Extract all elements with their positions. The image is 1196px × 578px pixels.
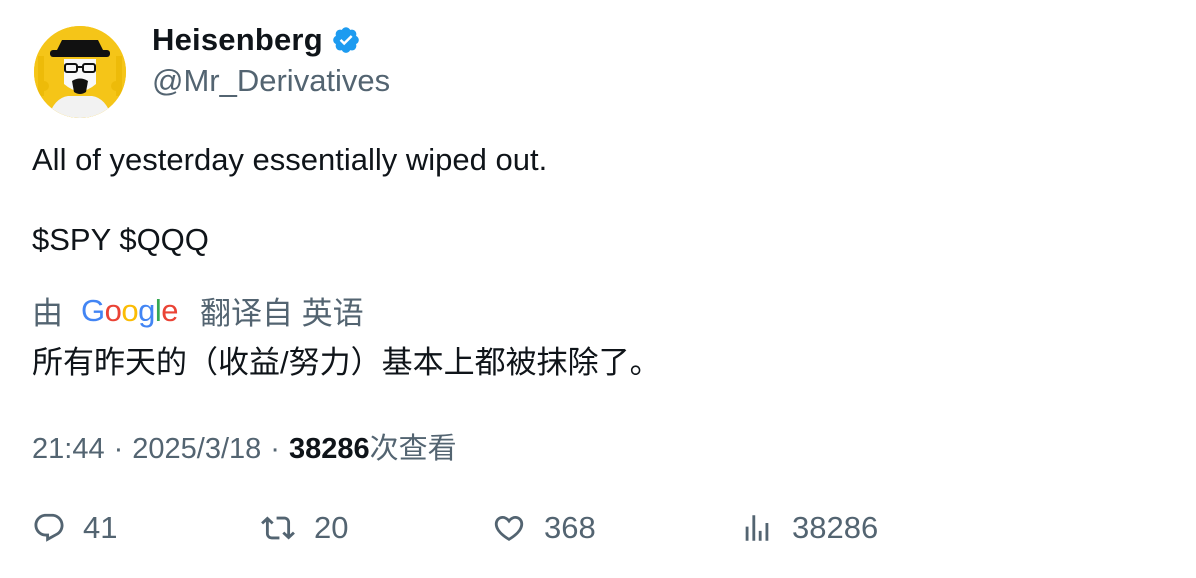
retweet-icon [261,516,295,540]
views-label: 次查看 [369,433,457,465]
translation-suffix: 翻译自 英语 [200,296,364,331]
tweet-date[interactable]: 2025/3/18 [132,433,261,466]
heart-icon [494,515,524,541]
google-letter-2: o [104,292,122,328]
author-handle[interactable]: @Mr_Derivatives [152,63,390,99]
tweet-meta: 21:44 · 2025/3/18 · 38286 次查看 [32,425,457,467]
author-name-row: Heisenberg [152,22,361,58]
meta-separator: · [270,433,280,465]
translation-prefix: 由 [32,296,63,331]
reply-icon [34,513,64,542]
avatar[interactable] [34,26,126,118]
google-letter-1: G [81,292,105,328]
author-name[interactable]: Heisenberg [152,22,323,58]
tweet-text-line-2[interactable]: $SPY $QQQ [32,222,209,258]
tweet-time[interactable]: 21:44 [32,433,105,466]
google-letter-4: g [138,292,155,328]
views-action-count: 38286 [792,510,879,545]
tweet-text-line-1: All of yesterday essentially wiped out. [32,142,548,177]
meta-separator: · [113,433,124,465]
translated-text: 所有昨天的（收益/努力）基本上都被抹除了。 [32,345,661,380]
google-letter-3: o [121,292,139,328]
translation-attribution: 由 Google 翻译自 英语 [32,288,364,333]
reply-count: 41 [83,510,118,545]
like-count: 368 [544,510,596,545]
reply-button[interactable]: 41 [32,510,117,546]
retweet-count: 20 [314,510,349,545]
heisenberg-avatar-icon [34,26,126,118]
views-button[interactable]: 38286 [740,510,878,546]
verified-badge-icon[interactable] [331,25,361,55]
action-bar: 41 20 368 38286 [0,510,1196,558]
views-count: 38286 [288,433,370,465]
analytics-icon [745,515,769,541]
retweet-button[interactable]: 20 [261,510,348,546]
google-logo: Google [81,292,179,329]
google-letter-6: e [161,292,179,328]
like-button[interactable]: 368 [492,510,596,546]
